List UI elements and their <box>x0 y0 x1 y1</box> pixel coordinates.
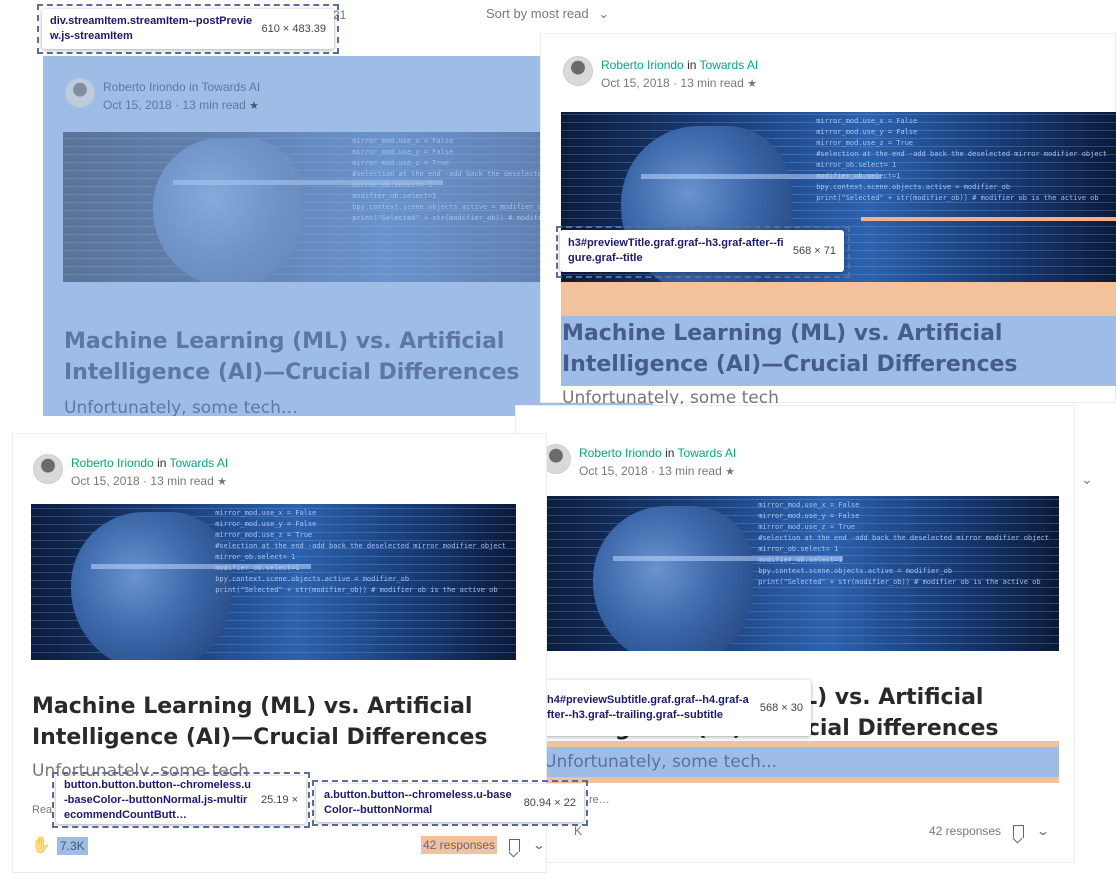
separator: · <box>651 464 656 478</box>
responses-link[interactable]: 42 responses <box>929 824 1001 838</box>
stream-item-title-inspected: Roberto Iriondo in Towards AI Oct 15, 20… <box>540 33 1116 488</box>
publication-link[interactable]: Towards AI <box>202 80 261 94</box>
inspector-tooltip-stream-item: div.streamItem.streamItem--postPreview.j… <box>42 9 334 49</box>
post-title[interactable]: Machine Learning (ML) vs. Artificial Int… <box>64 326 544 388</box>
star-icon: ★ <box>249 100 259 112</box>
tooltip-selector: h3#previewTitle.graf.graf--h3.graf-after… <box>568 237 784 264</box>
clap-icon[interactable]: ✋ <box>31 836 51 856</box>
star-icon: ★ <box>217 476 227 488</box>
author-link[interactable]: Roberto Iriondo <box>71 456 154 470</box>
read-time: 13 min read <box>150 474 214 488</box>
author-link[interactable]: Roberto Iriondo <box>103 80 186 94</box>
tooltip-selector: h4#previewSubtitle.graf.graf--h4.graf-af… <box>547 694 749 721</box>
tooltip-selector: button.button.button--chromeless.u-baseC… <box>64 778 251 821</box>
post-actions: 42 responses ⌄ <box>421 836 546 854</box>
tooltip-selector: a.button.button--chromeless.u-baseColor-… <box>324 789 512 816</box>
subtitle-margin-highlight-bottom <box>543 777 1059 783</box>
chevron-down-icon[interactable]: ⌄ <box>532 838 546 852</box>
publication-link[interactable]: Towards AI <box>678 446 737 460</box>
hero-code: mirror_mod.use_x = False mirror_mod.use_… <box>758 501 1049 586</box>
tooltip-selector: div.streamItem.streamItem--postPreview.j… <box>50 15 253 42</box>
tooltip-dims: 80.94 × 22 <box>523 796 576 809</box>
bookmark-icon[interactable] <box>509 838 521 852</box>
inspector-tooltip-h3: h3#previewTitle.graf.graf--h3.graf-after… <box>560 230 844 272</box>
chevron-down-icon[interactable]: ⌄ <box>1081 472 1093 488</box>
tooltip-dims: 568 × 30 <box>759 701 803 714</box>
read-more-fragment[interactable]: re… <box>589 794 610 806</box>
post-subtitle[interactable]: Unfortunately, some tech <box>562 386 1042 404</box>
read-time: 13 min read <box>182 98 246 112</box>
stream-item-subtitle-inspected: Roberto Iriondo in Towards AI Oct 15, 20… <box>515 405 1075 863</box>
post-date[interactable]: Oct 15, 2018 <box>579 464 648 478</box>
inspector-tooltip-h4: h4#previewSubtitle.graf.graf--h4.graf-af… <box>539 680 811 736</box>
sort-dropdown[interactable]: Sort by most read ⌄ <box>486 6 609 22</box>
read-more-fragment[interactable]: Rea <box>32 804 52 816</box>
hero-code: mirror_mod.use_x = False mirror_mod.use_… <box>816 117 1107 202</box>
tooltip-dims: 610 × 483.39 <box>261 22 326 35</box>
post-title[interactable]: Machine Learning (ML) vs. Artificial Int… <box>32 691 512 753</box>
chevron-down-icon[interactable]: ⌄ <box>1036 824 1050 838</box>
title-margin-highlight <box>561 282 1116 316</box>
inspector-tooltip-link: a.button.button--chromeless.u-baseColor-… <box>316 784 584 822</box>
post-subtitle[interactable]: Unfortunately, some tech… <box>64 396 544 416</box>
chevron-down-icon: ⌄ <box>598 6 610 21</box>
post-footer: ✋ 7.3K <box>31 836 88 856</box>
post-subtitle[interactable]: Unfortunately, some tech... <box>544 750 1024 774</box>
publication-link[interactable]: Towards AI <box>700 58 759 72</box>
in-label: in <box>687 58 697 72</box>
post-date[interactable]: Oct 15, 2018 <box>601 76 670 90</box>
clap-count[interactable]: 7.3K <box>57 837 88 855</box>
hero-image[interactable]: mirror_mod.use_x = False mirror_mod.use_… <box>543 496 1059 651</box>
author-link[interactable]: Roberto Iriondo <box>601 58 684 72</box>
tooltip-dims: 25.19 × <box>260 793 298 806</box>
post-footer: K <box>574 824 582 838</box>
avatar[interactable] <box>65 78 95 108</box>
star-icon: ★ <box>747 78 757 90</box>
claps-fragment: K <box>574 824 583 838</box>
responses-link[interactable]: 42 responses <box>421 836 498 854</box>
post-date[interactable]: Oct 15, 2018 <box>103 98 172 112</box>
in-label: in <box>189 80 199 94</box>
sort-label: Sort by most read <box>486 6 589 21</box>
publication-link[interactable]: Towards AI <box>170 456 229 470</box>
avatar[interactable] <box>563 56 593 86</box>
separator: · <box>143 474 148 488</box>
read-time: 13 min read <box>680 76 744 90</box>
tooltip-dims: 568 × 71 <box>792 244 836 257</box>
hero-image[interactable]: mirror_mod.use_x = False mirror_mod.use_… <box>31 504 516 660</box>
in-label: in <box>157 456 167 470</box>
avatar[interactable] <box>33 454 63 484</box>
post-actions: 42 responses ⌄ <box>929 824 1050 838</box>
post-title[interactable]: Machine Learning (ML) vs. Artificial Int… <box>562 318 1052 380</box>
inspector-tooltip-button: button.button.button--chromeless.u-baseC… <box>56 776 306 824</box>
author-link[interactable]: Roberto Iriondo <box>579 446 662 460</box>
read-time: 13 min read <box>658 464 722 478</box>
separator: · <box>175 98 180 112</box>
post-date[interactable]: Oct 15, 2018 <box>71 474 140 488</box>
star-icon: ★ <box>725 466 735 478</box>
separator: · <box>673 76 678 90</box>
in-label: in <box>665 446 675 460</box>
bookmark-icon[interactable] <box>1013 824 1025 838</box>
hero-code: mirror_mod.use_x = False mirror_mod.use_… <box>215 509 506 594</box>
